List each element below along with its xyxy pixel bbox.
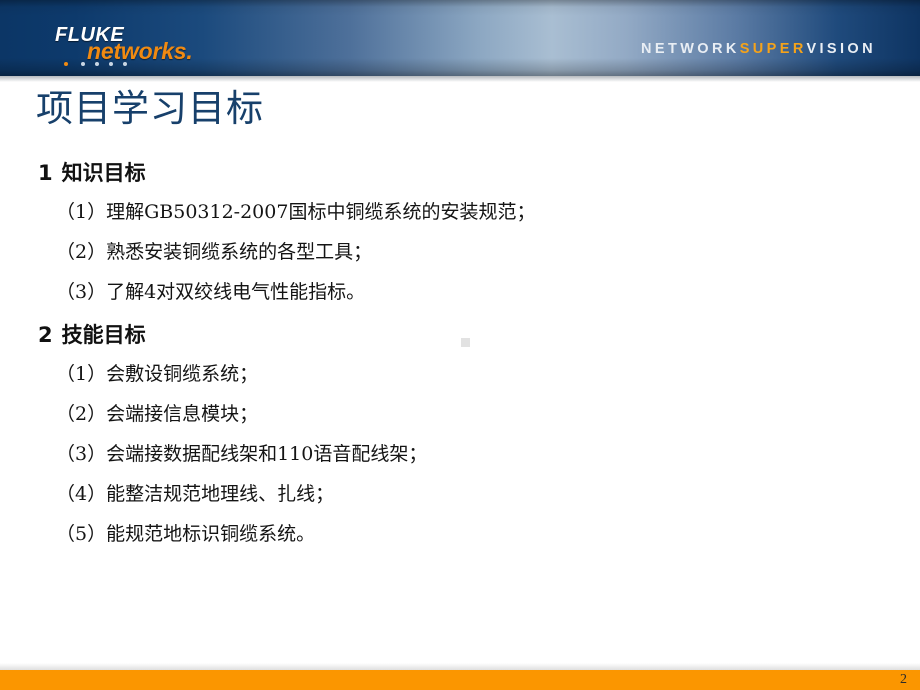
section-heading: 1 知识目标: [0, 158, 920, 189]
fluke-networks-logo: FLUKE networks.: [48, 24, 228, 72]
list-item: （5）能规范地标识铜缆系统。: [56, 523, 316, 545]
logo-dot-3: [95, 62, 99, 66]
logo-dot-2: [81, 62, 85, 66]
section-skill-goals: 2 技能目标 （1）会敷设铜缆系统； （2）会端接信息模块； （3）会端接数据配线…: [0, 320, 920, 554]
section-number: 1: [38, 161, 53, 185]
list-item: （2）会端接信息模块；: [56, 403, 259, 425]
footer-bar: [0, 670, 920, 690]
list-item: （1）会敷设铜缆系统；: [56, 363, 259, 385]
list-item: （1）理解GB50312-2007国标中铜缆系统的安装规范；: [56, 201, 536, 223]
list-item: （3）了解4对双绞线电气性能指标。: [56, 281, 366, 303]
list-item: （4）能整洁规范地理线、扎线；: [56, 483, 335, 505]
section-heading: 2 技能目标: [0, 320, 920, 351]
placeholder-marker: [461, 338, 470, 347]
list-item: （3）会端接数据配线架和110语音配线架；: [56, 443, 428, 465]
section-heading-label: 技能目标: [61, 323, 146, 347]
section-heading-label: 知识目标: [61, 161, 146, 185]
page-number: 2: [900, 672, 907, 687]
logo-dot-5: [123, 62, 127, 66]
slide-body: 1 知识目标 （1）理解GB50312-2007国标中铜缆系统的安装规范； （2）…: [0, 158, 920, 554]
header-banner: FLUKE networks. NETWORKSUPERVISION: [0, 0, 920, 76]
section-number: 2: [38, 323, 53, 347]
logo-dot-1: [64, 62, 68, 66]
tagline-network: NETWORK: [641, 41, 740, 57]
logo-dots-icon: [64, 62, 174, 70]
tagline-vision: VISION: [806, 41, 876, 57]
page-title: 项目学习目标: [36, 87, 264, 130]
list-item: （2）熟悉安装铜缆系统的各型工具；: [56, 241, 373, 263]
logo-dot-4: [109, 62, 113, 66]
tagline-super: SUPER: [739, 41, 807, 57]
footer-shadow: [0, 663, 920, 670]
slide: FLUKE networks. NETWORKSUPERVISION 项目学习目…: [0, 0, 920, 690]
section-knowledge-goals: 1 知识目标 （1）理解GB50312-2007国标中铜缆系统的安装规范； （2）…: [0, 158, 920, 312]
logo-networks-text: networks.: [87, 38, 193, 64]
tagline: NETWORKSUPERVISION: [641, 41, 876, 57]
banner-drop-shadow: [0, 76, 920, 82]
